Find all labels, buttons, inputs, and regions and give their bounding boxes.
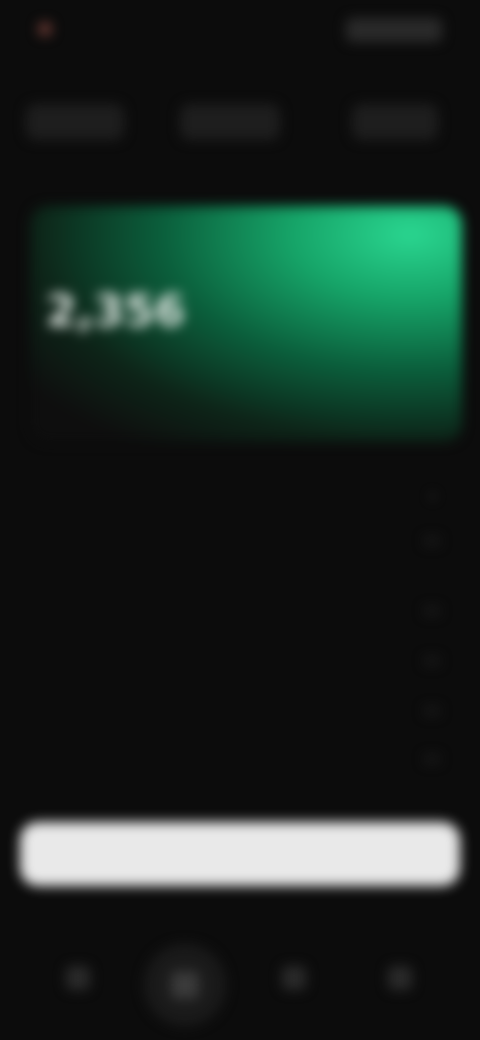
detail-value xyxy=(424,707,440,715)
balance-amount: 2,356 xyxy=(46,286,189,337)
logo-icon xyxy=(38,22,52,36)
center-action-icon xyxy=(171,971,199,999)
detail-row xyxy=(40,594,440,628)
tab-3[interactable] xyxy=(352,104,438,140)
detail-row xyxy=(40,742,440,776)
tab-2[interactable] xyxy=(180,104,280,140)
detail-row xyxy=(40,644,440,678)
chevron-right-icon[interactable]: › xyxy=(430,486,436,505)
brand-label xyxy=(58,20,118,36)
wallet-icon[interactable] xyxy=(282,966,306,990)
primary-action-button[interactable] xyxy=(20,822,460,886)
balance-card: 2,356 xyxy=(30,206,462,442)
detail-value xyxy=(424,607,440,615)
profile-icon[interactable] xyxy=(388,966,412,990)
detail-row xyxy=(40,694,440,728)
tab-1[interactable] xyxy=(26,104,124,140)
home-icon[interactable] xyxy=(66,966,90,990)
center-action-button[interactable] xyxy=(144,944,226,1026)
detail-row xyxy=(40,524,440,558)
app-screen: 2,356 › xyxy=(0,0,480,1040)
top-bar xyxy=(0,0,480,60)
top-right-button[interactable] xyxy=(346,18,442,42)
balance-amount-value: 2,356 xyxy=(46,286,186,337)
detail-value xyxy=(424,537,440,545)
detail-value xyxy=(424,657,440,665)
bottom-nav xyxy=(0,920,480,1040)
segmented-tabs xyxy=(0,96,480,156)
detail-value xyxy=(424,755,440,763)
